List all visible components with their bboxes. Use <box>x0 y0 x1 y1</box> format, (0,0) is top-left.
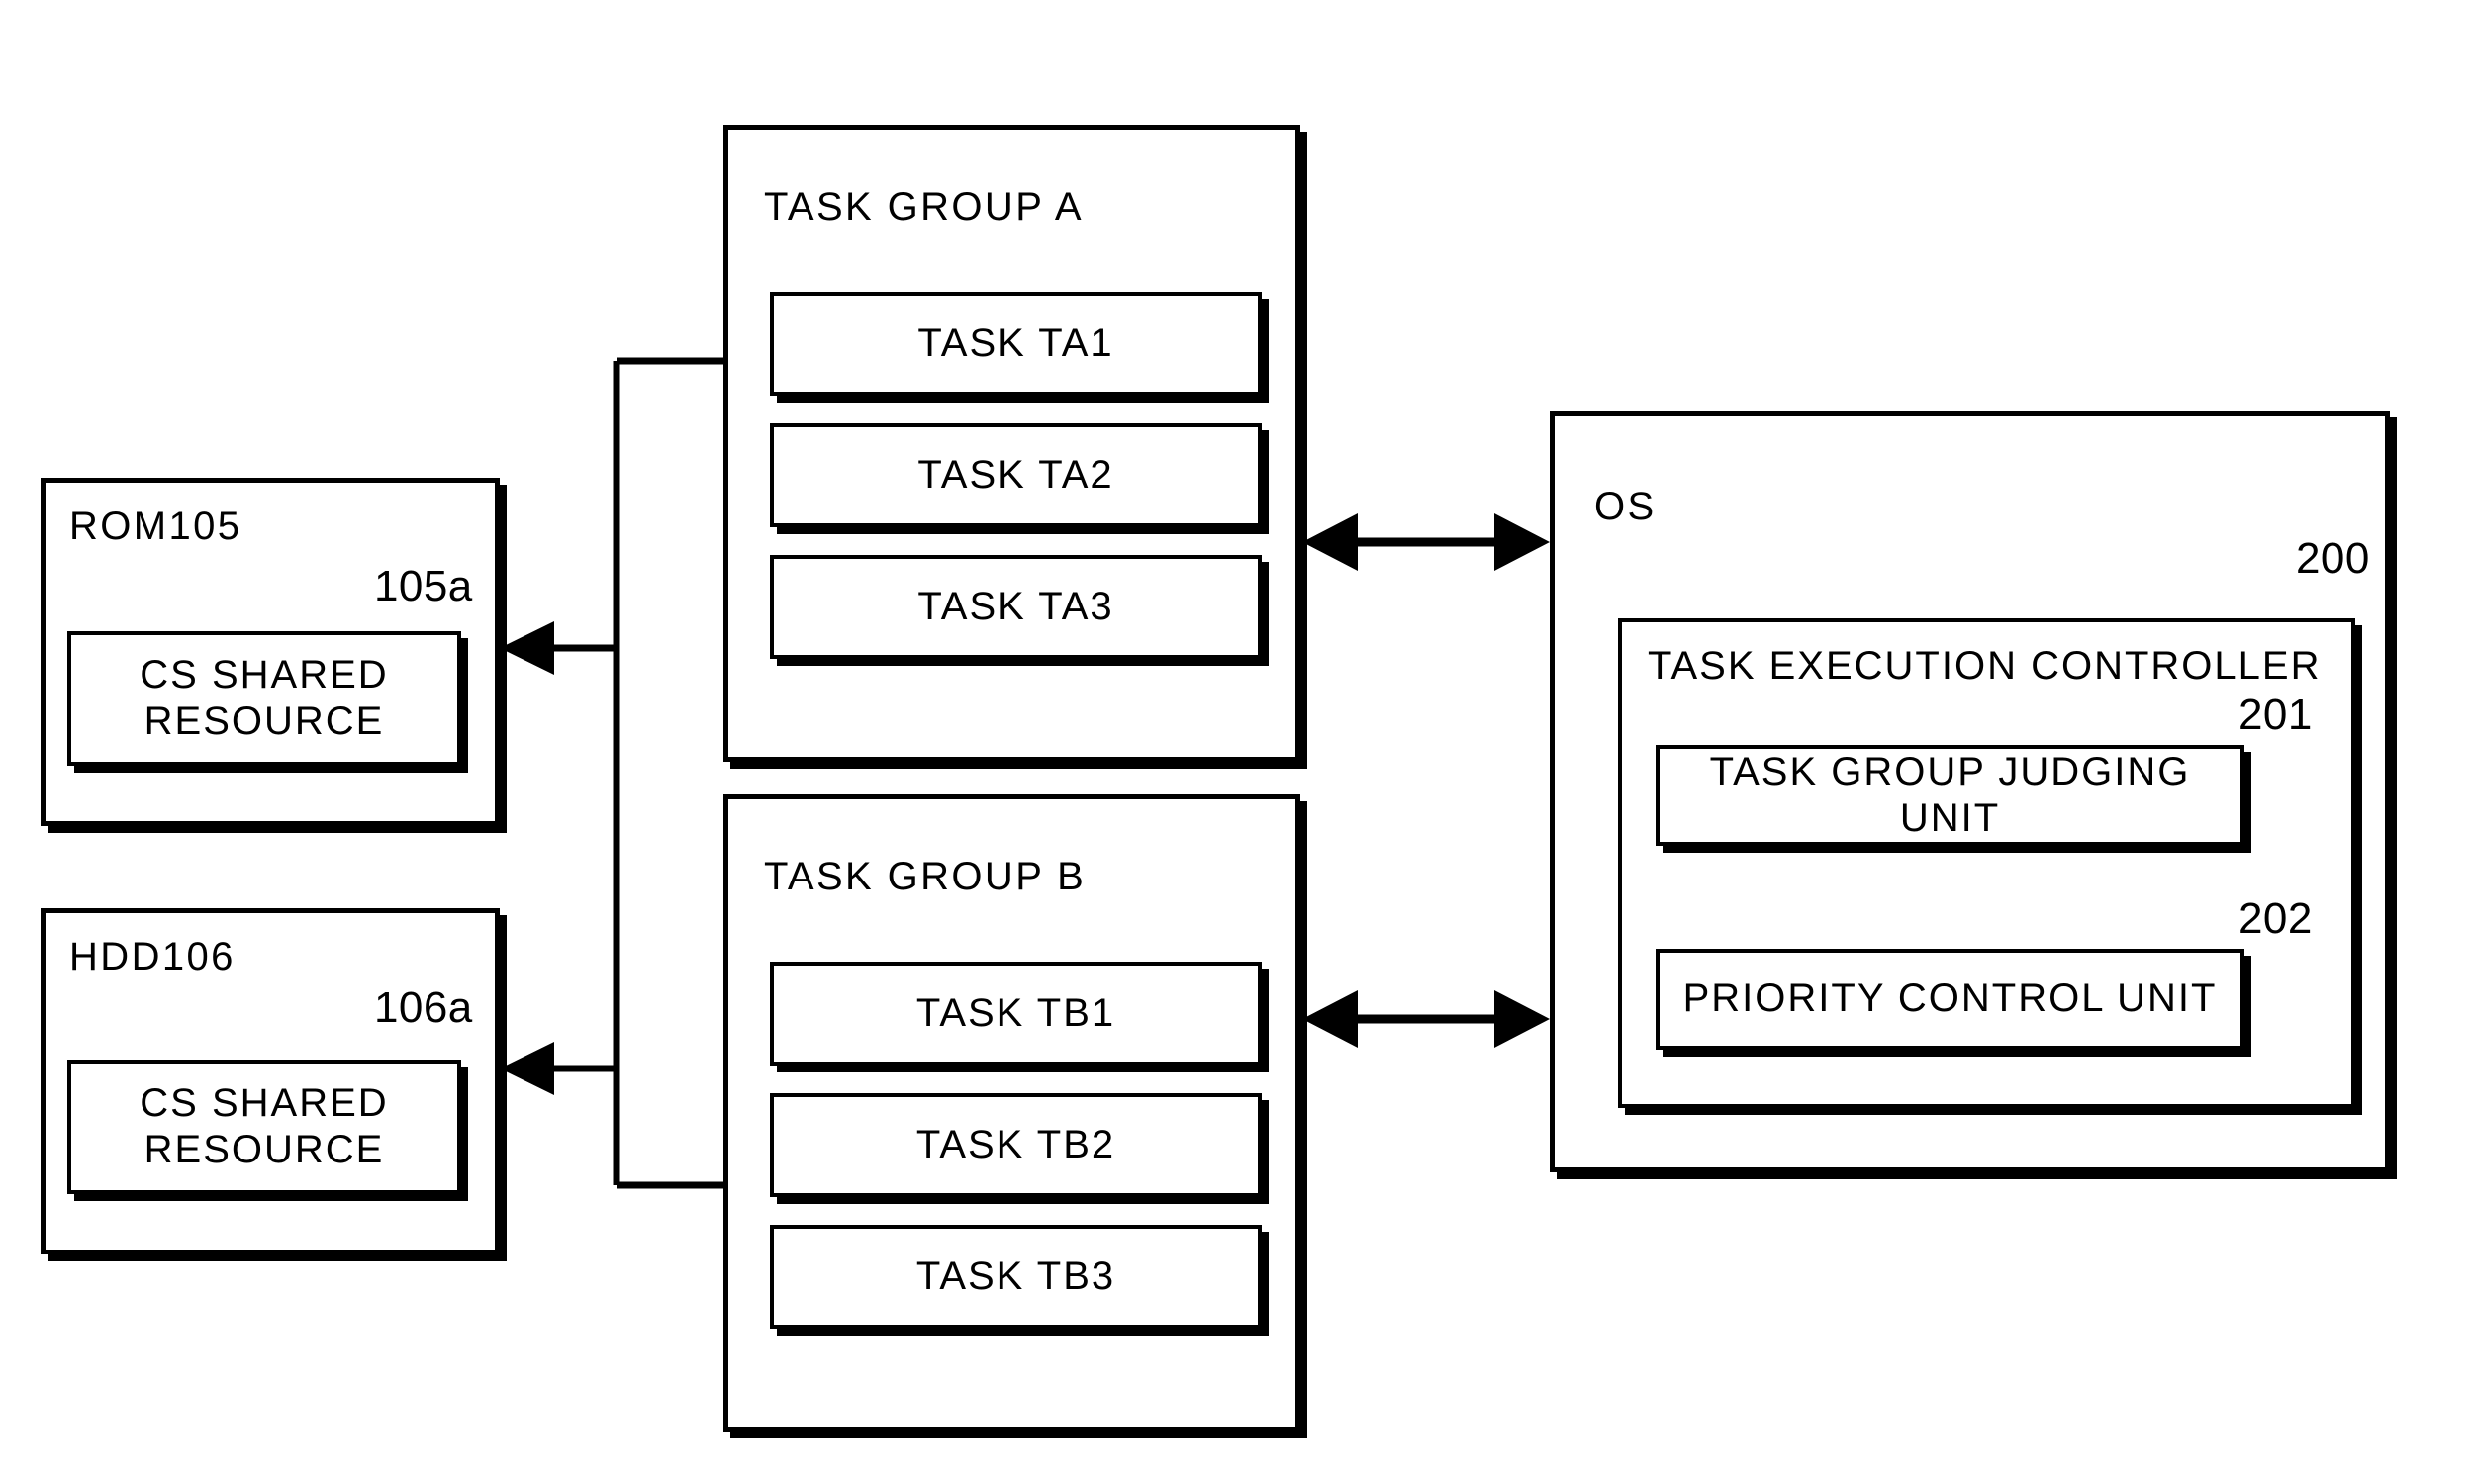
rom-title: ROM105 <box>69 505 242 548</box>
os-block: OS TASK EXECUTION CONTROLLER TASK GROUP … <box>1550 411 2392 1174</box>
priority-control-unit-box: PRIORITY CONTROL UNIT <box>1656 949 2247 1053</box>
ref-200: 200 <box>2296 534 2370 583</box>
task-group-a-block: TASK GROUP A TASK TA1 TASK TA2 TASK TA3 <box>723 125 1302 764</box>
task-group-b-block: TASK GROUP B TASK TB1 TASK TB2 TASK TB3 <box>723 794 1302 1434</box>
ref-201: 201 <box>2238 691 2313 739</box>
priority-control-unit-label: PRIORITY CONTROL UNIT <box>1682 976 2218 1021</box>
task-execution-controller-title: TASK EXECUTION CONTROLLER <box>1648 644 2322 688</box>
ref-106a: 106a <box>374 983 473 1032</box>
rom-cs-line1: CS SHARED <box>140 652 389 696</box>
rom-block: ROM105 CS SHARED RESOURCE <box>41 478 502 828</box>
task-group-judging-unit-box: TASK GROUP JUDGING UNIT <box>1656 745 2247 849</box>
arrow-head-hdd <box>500 1042 554 1095</box>
task-box-ta3: TASK TA3 <box>770 555 1265 662</box>
arrow-head-rom <box>500 621 554 675</box>
task-box-tb2: TASK TB2 <box>770 1093 1265 1200</box>
task-box-tb1: TASK TB1 <box>770 962 1265 1068</box>
task-ta1-label: TASK TA1 <box>917 321 1114 365</box>
task-ta2-label: TASK TA2 <box>917 452 1114 497</box>
task-tb3-label: TASK TB3 <box>915 1253 1116 1298</box>
task-box-tb3: TASK TB3 <box>770 1225 1265 1332</box>
task-box-ta2: TASK TA2 <box>770 423 1265 530</box>
task-group-judging-unit-label: TASK GROUP JUDGING UNIT <box>1709 749 2191 840</box>
hdd-cs-line2: RESOURCE <box>143 1128 385 1171</box>
ref-105a: 105a <box>374 562 473 610</box>
arrow-group-a-os <box>1302 513 1550 571</box>
task-ta3-label: TASK TA3 <box>917 584 1114 628</box>
task-tb2-label: TASK TB2 <box>915 1122 1116 1166</box>
hdd-cs-line1: CS SHARED <box>140 1080 389 1125</box>
arrow-group-b-os <box>1302 990 1550 1048</box>
hdd-block: HDD106 CS SHARED RESOURCE <box>41 908 502 1256</box>
hdd-title: HDD106 <box>69 935 236 978</box>
task-group-a-title: TASK GROUP A <box>764 185 1084 229</box>
rom-cs-line2: RESOURCE <box>143 699 385 743</box>
hdd-shared-resource-label: CS SHARED RESOURCE <box>71 1064 457 1190</box>
task-tb1-label: TASK TB1 <box>915 990 1116 1035</box>
task-box-ta1: TASK TA1 <box>770 292 1265 399</box>
rom-shared-resource-label: CS SHARED RESOURCE <box>71 635 457 762</box>
os-title: OS <box>1594 485 1657 528</box>
ref-202: 202 <box>2238 894 2313 943</box>
hdd-shared-resource-box: CS SHARED RESOURCE <box>67 1060 464 1197</box>
rom-shared-resource-box: CS SHARED RESOURCE <box>67 631 464 769</box>
figure-canvas: ROM105 CS SHARED RESOURCE 105a HDD106 CS… <box>0 0 2475 1484</box>
shared-resource-bus <box>534 357 727 1189</box>
task-group-b-title: TASK GROUP B <box>764 855 1087 898</box>
